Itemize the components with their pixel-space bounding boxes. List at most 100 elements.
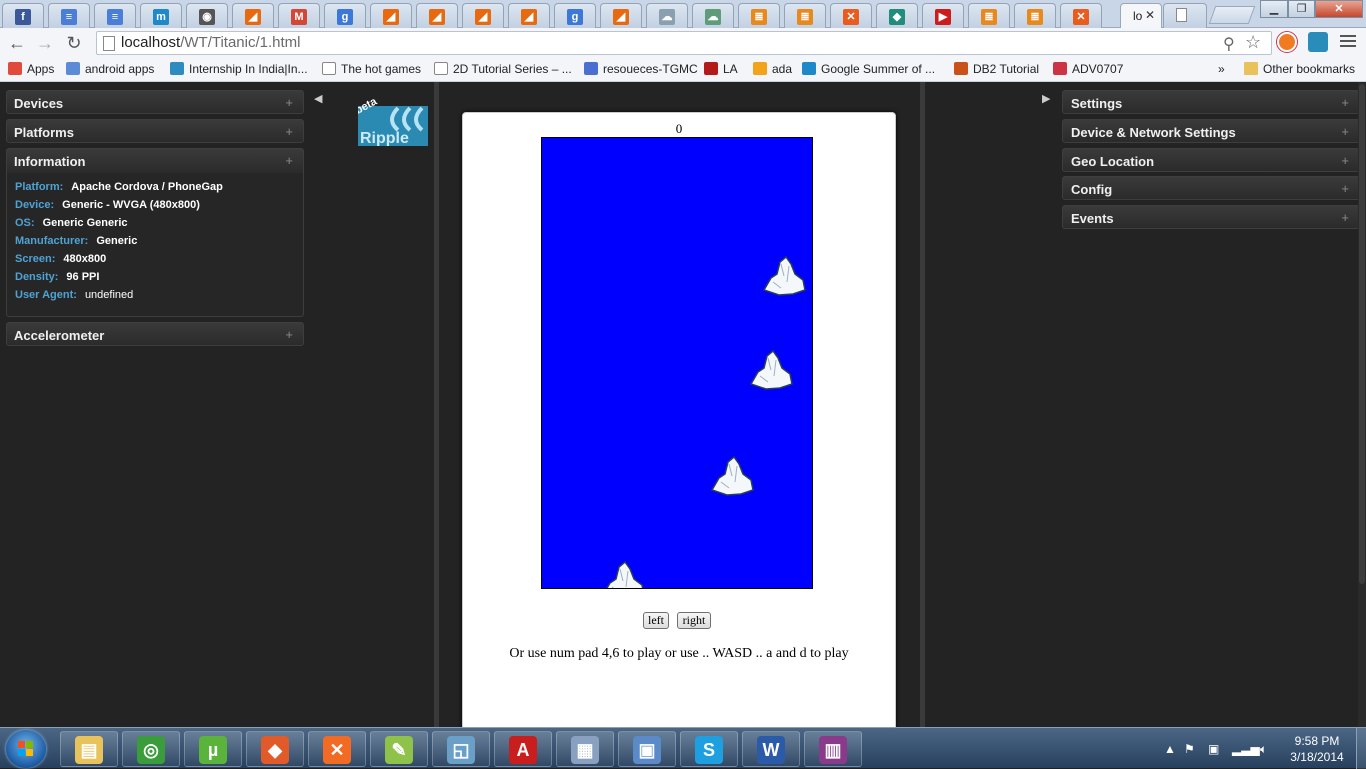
moodle-icon: m <box>153 9 169 25</box>
events-panel-header[interactable]: Events + <box>1062 205 1360 229</box>
taskbar-skype[interactable]: S <box>680 731 738 767</box>
tab-app[interactable]: ◆ <box>876 3 918 28</box>
bookmark-item[interactable]: resoueces-TGMC <box>584 62 698 76</box>
tab-xampp[interactable]: ✕ <box>830 3 872 28</box>
tab-blank[interactable] <box>1163 3 1207 28</box>
tab-blogger[interactable]: ◢ <box>462 3 504 28</box>
platforms-panel-header[interactable]: Platforms + <box>6 119 304 143</box>
reload-icon[interactable]: ↻ <box>63 33 85 53</box>
tab-stackoverflow[interactable]: ≣ <box>784 3 826 28</box>
bookmark-item[interactable]: 2D Tutorial Series – ... <box>434 62 572 76</box>
other-bookmarks[interactable]: Other bookmarks <box>1244 62 1355 76</box>
back-arrow-icon[interactable]: ← <box>6 33 28 53</box>
clock-date: 3/18/2014 <box>1290 750 1344 764</box>
start-button[interactable] <box>6 730 46 768</box>
bookmark-item[interactable]: android apps <box>66 62 154 76</box>
tab-blogger[interactable]: ◢ <box>370 3 412 28</box>
taskbar-chrome[interactable]: ◎ <box>122 731 180 767</box>
settings-panel-header[interactable]: Settings + <box>1062 90 1360 114</box>
tab-blogger[interactable]: ◢ <box>232 3 274 28</box>
tab-blogger[interactable]: ◢ <box>600 3 642 28</box>
show-desktop-button[interactable] <box>1356 728 1366 769</box>
taskbar-word[interactable]: W <box>742 731 800 767</box>
collapse-left-arrow-icon[interactable]: ◀︎ <box>314 92 322 105</box>
tab-google[interactable]: g <box>324 3 366 28</box>
devices-panel-header[interactable]: Devices + <box>6 90 304 114</box>
taskbar-calculator[interactable]: ▦ <box>556 731 614 767</box>
address-bar[interactable]: localhost/WT/Titanic/1.html ⚲ ☆ <box>96 31 1272 55</box>
tab-google-docs[interactable]: ≡ <box>94 3 136 28</box>
geo-location-panel-header[interactable]: Geo Location + <box>1062 148 1360 172</box>
tab-google-docs[interactable]: ≡ <box>48 3 90 28</box>
tab-active[interactable]: lo ✕ <box>1120 3 1162 28</box>
bookmark-item[interactable]: ada <box>753 62 792 76</box>
action-center-flag-icon[interactable]: ⚑ <box>1184 742 1195 756</box>
windows-logo-icon <box>18 741 33 756</box>
tab-close-icon[interactable]: ✕ <box>1145 8 1155 22</box>
tab-stackoverflow[interactable]: ≣ <box>738 3 780 28</box>
ripple-extension-icon[interactable] <box>1308 32 1328 52</box>
bookmark-item[interactable]: LA <box>704 62 738 76</box>
blogger-icon: ◢ <box>475 9 491 25</box>
taskbar-git[interactable]: ◆ <box>246 731 304 767</box>
new-tab-button[interactable] <box>1208 6 1256 26</box>
minimize-button[interactable]: ▁ <box>1260 0 1288 18</box>
bookmark-star-icon[interactable]: ☆ <box>1245 32 1261 53</box>
info-value: Generic Generic <box>42 217 128 229</box>
left-button[interactable]: left <box>643 612 669 629</box>
tab-xampp[interactable]: ✕ <box>1060 3 1102 28</box>
taskbar-notepad-plus[interactable]: ✎ <box>370 731 428 767</box>
sublime-icon: ◱ <box>447 736 475 764</box>
taskbar-winrar[interactable]: ▥ <box>804 731 862 767</box>
scrollbar-thumb[interactable] <box>1359 84 1365 584</box>
tab-blogger[interactable]: ◢ <box>508 3 550 28</box>
accelerometer-panel-header[interactable]: Accelerometer + <box>6 322 304 346</box>
device-icon[interactable]: ▣ <box>1208 742 1219 756</box>
right-button[interactable]: right <box>677 612 711 629</box>
scrollbar[interactable] <box>1358 82 1366 727</box>
search-icon[interactable]: ⚲ <box>1223 34 1235 54</box>
google-icon: g <box>337 9 353 25</box>
show-hidden-icons-icon[interactable]: ▲ <box>1164 742 1176 756</box>
device-network-panel-header[interactable]: Device & Network Settings + <box>1062 119 1360 143</box>
taskbar-acrobat[interactable]: A <box>494 731 552 767</box>
bookmark-item[interactable]: Google Summer of ... <box>802 62 935 76</box>
game-canvas[interactable] <box>541 137 813 589</box>
tab-cloud[interactable]: ☁ <box>692 3 734 28</box>
taskbar-explorer[interactable]: ▤ <box>60 731 118 767</box>
volume-icon[interactable]: 🔈︎ <box>1260 742 1267 757</box>
bookmark-item[interactable]: DB2 Tutorial <box>954 62 1039 76</box>
taskbar-virtualbox[interactable]: ▣ <box>618 731 676 767</box>
extension-icon[interactable] <box>1277 32 1297 52</box>
taskbar-utorrent[interactable]: µ <box>184 731 242 767</box>
close-window-button[interactable]: ✕ <box>1315 0 1363 18</box>
collapse-right-arrow-icon[interactable]: ▶︎ <box>1042 92 1050 105</box>
tab-media[interactable]: ◉ <box>186 3 228 28</box>
tab-stackoverflow[interactable]: ≣ <box>968 3 1010 28</box>
tab-stackoverflow[interactable]: ≣ <box>1014 3 1056 28</box>
network-signal-icon[interactable]: ▂▃▅ <box>1232 742 1260 756</box>
menu-icon[interactable] <box>1340 33 1356 47</box>
bookmark-label: ada <box>772 62 793 76</box>
bookmark-item[interactable]: Internship In India|In... <box>170 62 308 76</box>
tab-blogger[interactable]: ◢ <box>416 3 458 28</box>
bookmarks-overflow[interactable]: » <box>1218 62 1225 76</box>
expand-icon: + <box>1341 153 1349 168</box>
config-panel-header[interactable]: Config + <box>1062 176 1360 200</box>
tab-moodle[interactable]: m <box>140 3 182 28</box>
explorer-icon: ▤ <box>75 736 103 764</box>
maximize-button[interactable]: ❐ <box>1288 0 1315 18</box>
clock[interactable]: 9:58 PM 3/18/2014 <box>1284 733 1350 765</box>
tab-cloud[interactable]: ☁ <box>646 3 688 28</box>
tab-youtube[interactable]: ▶ <box>922 3 964 28</box>
tab-gmail[interactable]: M <box>278 3 320 28</box>
taskbar-xampp[interactable]: ✕ <box>308 731 366 767</box>
bookmark-item[interactable]: The hot games <box>322 62 421 76</box>
taskbar-sublime[interactable]: ◱ <box>432 731 490 767</box>
tab-google[interactable]: g <box>554 3 596 28</box>
bookmark-item[interactable]: ADV0707 <box>1053 62 1123 76</box>
tab-facebook[interactable]: f <box>2 3 44 28</box>
forward-arrow-icon[interactable]: → <box>34 33 56 53</box>
bookmark-item[interactable]: Apps <box>8 62 54 76</box>
information-panel-header[interactable]: Information + <box>7 149 303 173</box>
